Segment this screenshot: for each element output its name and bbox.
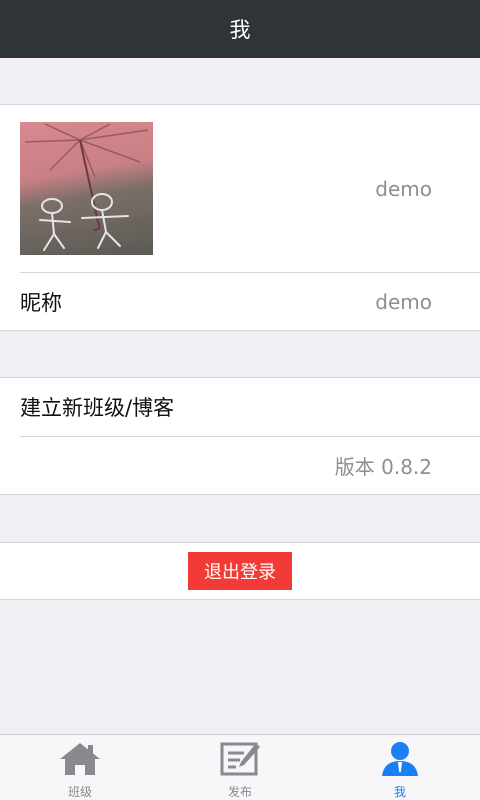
avatar-row[interactable]: demo [20, 105, 480, 272]
nickname-value: demo [375, 289, 432, 314]
version-row: 版本 0.8.2 [20, 436, 480, 494]
tab-me-label: 我 [393, 785, 406, 799]
tab-me[interactable]: 我 [320, 735, 480, 800]
logout-group: 退出登录 [0, 542, 480, 600]
avatar[interactable] [20, 122, 153, 255]
actions-group: 建立新班级/博客 版本 0.8.2 [0, 377, 480, 495]
version-text: 版本 0.8.2 [334, 455, 432, 479]
nickname-label: 昵称 [20, 290, 62, 315]
edit-icon [218, 741, 262, 777]
tab-publish[interactable]: 发布 [160, 735, 320, 800]
tab-publish-label: 发布 [227, 785, 252, 799]
person-icon [378, 741, 422, 777]
nickname-row[interactable]: 昵称 demo [20, 272, 480, 330]
create-class-label: 建立新班级/博客 [20, 396, 175, 420]
avatar-username: demo [375, 176, 432, 201]
page-title: 我 [229, 18, 251, 42]
home-icon [58, 741, 102, 777]
tab-classes[interactable]: 班级 [0, 735, 160, 800]
tab-classes-label: 班级 [67, 785, 92, 799]
logout-button[interactable]: 退出登录 [188, 552, 292, 590]
profile-group: demo 昵称 demo [0, 104, 480, 331]
tab-bar: 班级 发布 我 [0, 734, 480, 800]
umbrella-photo-icon [24, 123, 149, 251]
title-bar: 我 [0, 0, 480, 58]
create-class-row[interactable]: 建立新班级/博客 [20, 378, 480, 436]
